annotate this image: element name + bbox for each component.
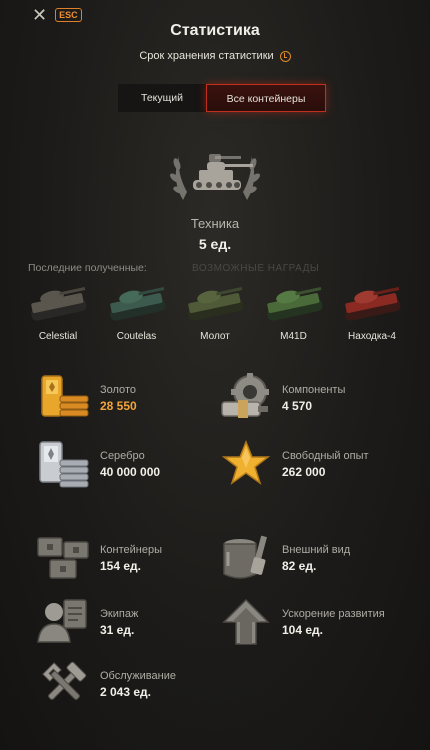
upgrade-acceleration-value: 104 ед. xyxy=(282,622,323,637)
gold-value: 28 550 xyxy=(100,398,137,413)
stat-free-xp: Свободный опыт 262 000 xyxy=(216,438,369,490)
crew-icon xyxy=(37,599,87,643)
tank-icon xyxy=(188,287,244,321)
tab-bar: Текущий Все контейнеры xyxy=(118,84,326,112)
page-title: Статистика xyxy=(170,22,260,39)
upgrade-arrow-icon xyxy=(222,598,270,645)
paint-brush-icon xyxy=(223,535,268,579)
stat-gold: Золото 28 550 xyxy=(34,372,137,424)
tank-name: Молот xyxy=(200,331,230,342)
appearance-label: Внешний вид xyxy=(282,543,351,556)
maintenance-value: 2 043 ед. xyxy=(100,684,151,699)
stat-components: Компоненты 4 570 xyxy=(216,372,345,424)
storage-period-link[interactable]: Срок хранения статистики xyxy=(0,50,430,62)
silver-bars-icon xyxy=(39,441,89,488)
stat-maintenance: Обслуживание 2 043 ед. xyxy=(34,658,176,710)
tank-icon xyxy=(266,287,323,321)
tank-name: Celestial xyxy=(38,331,78,342)
vehicles-label: Техника xyxy=(190,216,240,231)
tank-icon xyxy=(31,287,87,321)
silver-value: 40 000 000 xyxy=(100,464,161,479)
stat-upgrade-acceleration: Ускорение развития 104 ед. xyxy=(216,596,385,648)
crew-label: Экипаж xyxy=(100,607,139,620)
tank-card-molot[interactable]: Молот xyxy=(179,280,251,342)
upgrade-acceleration-label: Ускорение развития xyxy=(282,607,385,620)
stat-appearance: Внешний вид 82 ед. xyxy=(216,532,350,584)
tank-name: Находка-4 xyxy=(348,331,396,342)
free-xp-label: Свободный опыт xyxy=(282,449,369,462)
tank-card-celestial[interactable]: Celestial xyxy=(22,280,94,342)
tank-card-coutelas[interactable]: Coutelas xyxy=(101,280,173,342)
tab-current[interactable]: Текущий xyxy=(118,84,206,112)
components-value: 4 570 xyxy=(282,398,313,413)
crew-value: 31 ед. xyxy=(100,622,135,637)
silver-label: Серебро xyxy=(100,449,145,462)
free-xp-value: 262 000 xyxy=(282,464,326,479)
clock-icon[interactable] xyxy=(279,50,291,62)
gold-bars-icon xyxy=(41,375,89,417)
stat-containers: Контейнеры 154 ед. xyxy=(34,532,162,584)
recent-label: Последние полученные: xyxy=(28,262,147,274)
wrench-hammer-icon xyxy=(42,661,87,700)
components-label: Компоненты xyxy=(282,383,346,396)
containers-label: Контейнеры xyxy=(100,543,162,556)
stat-silver: Серебро 40 000 000 xyxy=(34,438,160,490)
vehicle-emblem-icon xyxy=(170,154,260,200)
vehicles-count: 5 ед. xyxy=(198,236,232,252)
tank-icon xyxy=(109,287,166,321)
maintenance-label: Обслуживание xyxy=(100,669,176,682)
appearance-value: 82 ед. xyxy=(282,558,317,573)
subtitle-text: Срок хранения статистики xyxy=(139,50,274,62)
components-icon xyxy=(221,373,269,418)
tank-card-m41d[interactable]: M41D xyxy=(258,280,330,342)
tank-icon xyxy=(345,287,401,321)
esc-badge[interactable]: ESC xyxy=(55,8,82,22)
stat-crew: Экипаж 31 ед. xyxy=(34,596,138,648)
star-icon xyxy=(221,439,271,485)
tank-card-nakhodka-4[interactable]: Находка-4 xyxy=(336,280,408,342)
tank-name: M41D xyxy=(280,331,307,342)
ghost-label: ВОЗМОЖНЫЕ НАГРАДЫ xyxy=(192,263,320,274)
containers-icon xyxy=(37,537,89,579)
tank-name: Coutelas xyxy=(116,331,157,342)
tab-all-containers[interactable]: Все контейнеры xyxy=(206,84,326,112)
containers-value: 154 ед. xyxy=(100,558,141,573)
gold-label: Золото xyxy=(100,383,136,396)
recent-vehicles-list: Celestial Coutelas Молот M41D Находка-4 xyxy=(22,280,408,342)
